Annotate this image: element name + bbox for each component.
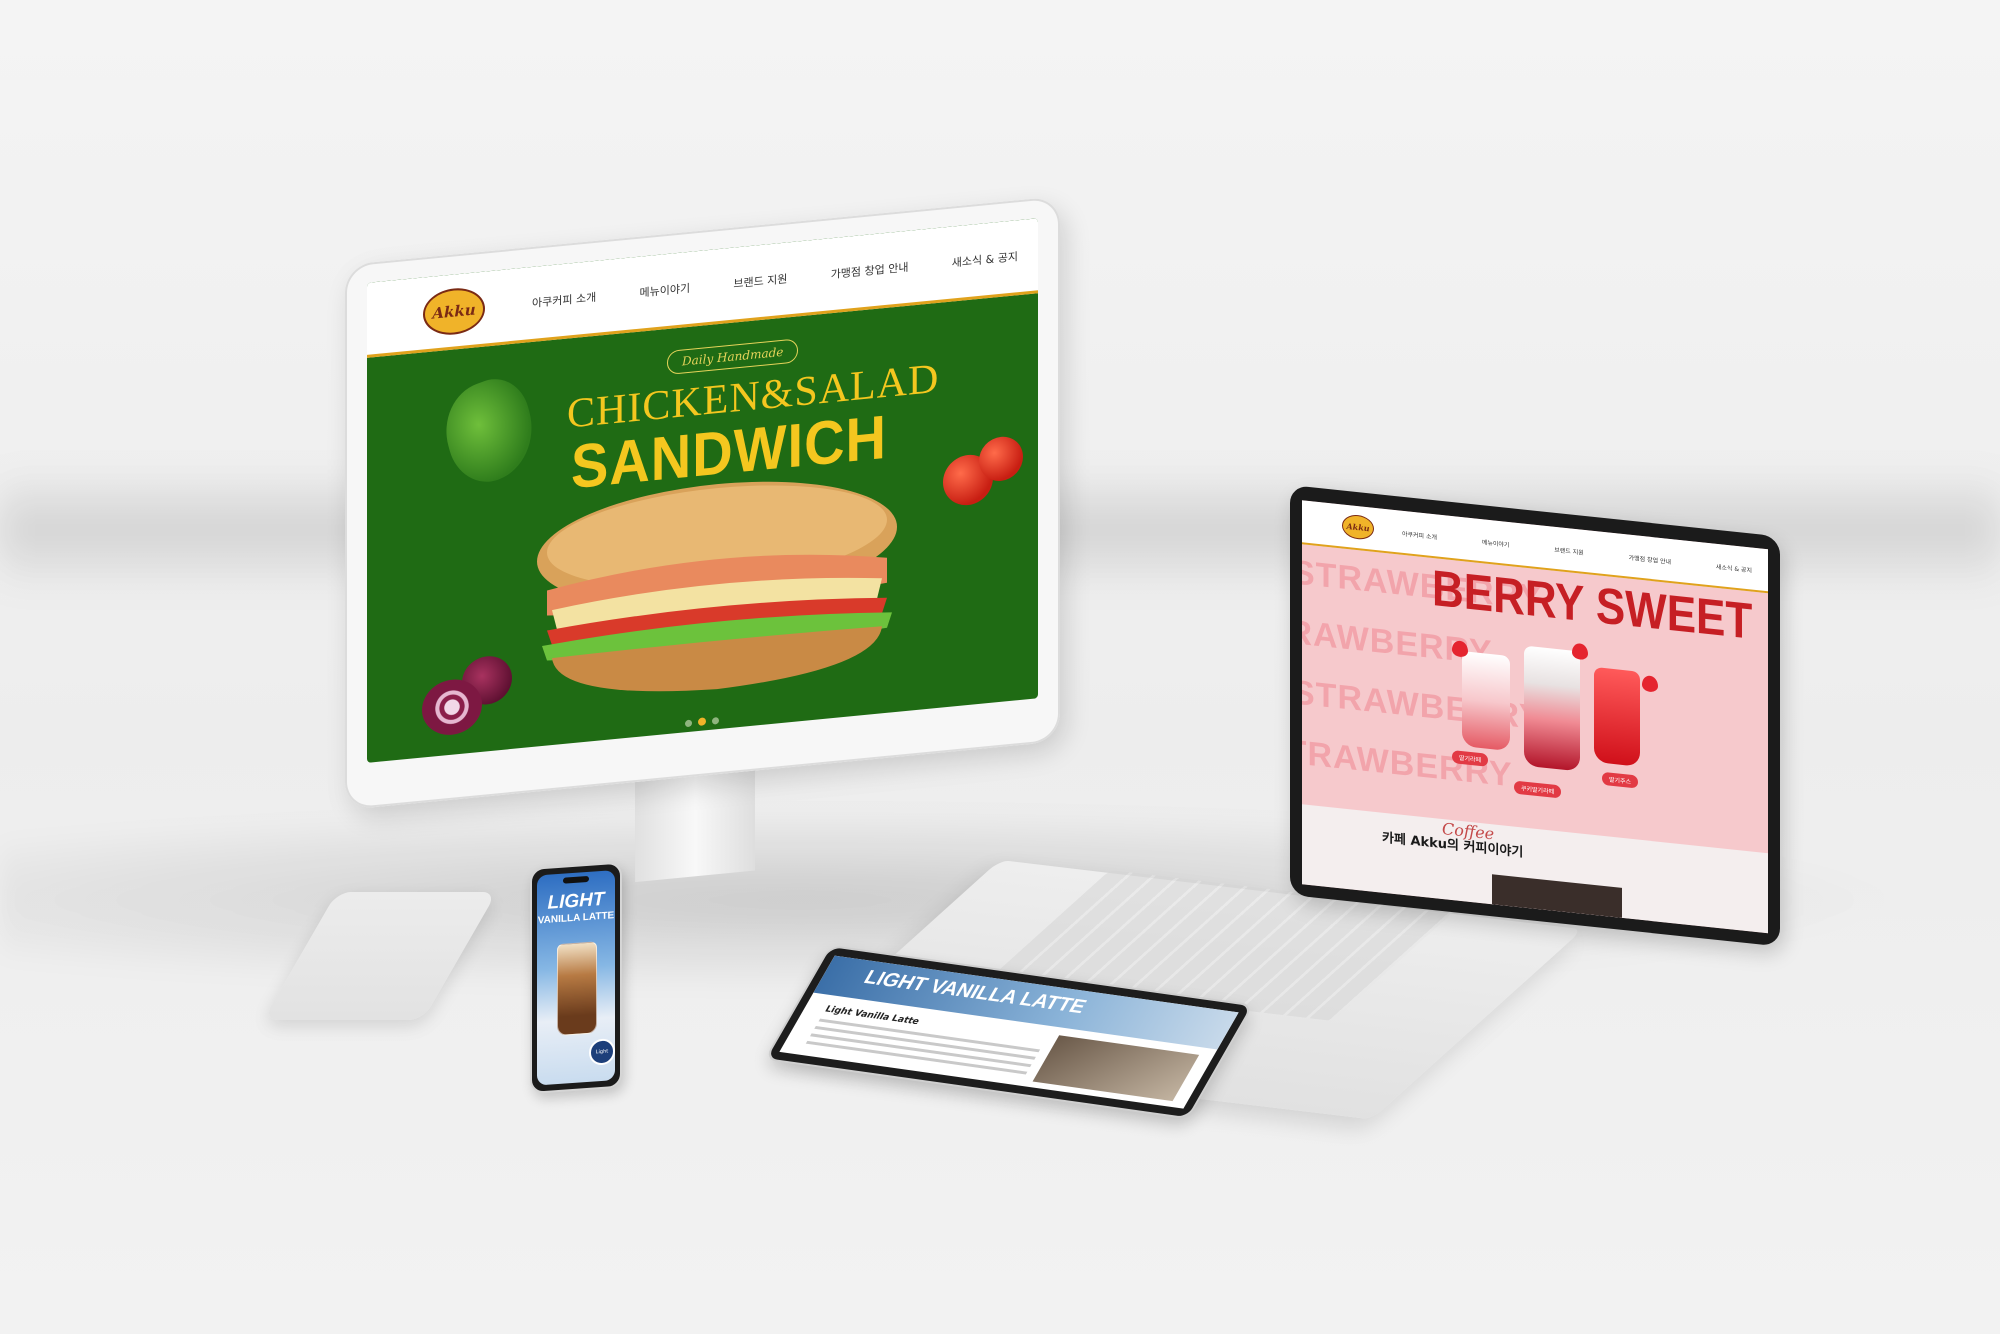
carousel-dot[interactable] [685,719,692,728]
article-photo [1032,1035,1200,1102]
sandwich-image [537,481,897,692]
nav-item-brand[interactable]: 브랜드 지원 [1554,545,1584,557]
nav-item-about[interactable]: 아쿠커피 소개 [1402,529,1437,542]
strawberry-juice-image [1594,666,1640,767]
nav-item-menu[interactable]: 메뉴이야기 [1482,537,1510,549]
nav-item-about[interactable]: 아쿠커피 소개 [532,289,596,311]
nav-item-menu[interactable]: 메뉴이야기 [639,280,690,301]
lettuce-image [435,369,544,494]
brand-logo[interactable]: Akku [423,285,485,338]
nav-item-news[interactable]: 새소식 & 공지 [952,248,1018,270]
section-photo [1492,874,1622,918]
onion-slice-image [422,676,482,738]
laptop-lid: Akku 아쿠커피 소개 메뉴이야기 브랜드 지원 가맹점 창업 안내 새소식 … [1290,485,1780,947]
hero-banner: Daily Handmade CHICKEN&SALAD SANDWICH [367,293,1038,763]
hero-banner: STRAWBERRY STRAWBERRY STRAWBERRY STRAWBE… [1302,544,1768,853]
monitor-stand-neck [635,770,755,883]
phone-notch [563,875,589,884]
laptop-screen: Akku 아쿠커피 소개 메뉴이야기 브랜드 지원 가맹점 창업 안내 새소식 … [1302,500,1768,934]
monitor-screen: Akku 아쿠커피 소개 메뉴이야기 브랜드 지원 가맹점 창업 안내 새소식 … [367,218,1038,763]
nav-item-franchise[interactable]: 가맹점 창업 안내 [1629,553,1671,566]
desktop-monitor: Akku 아쿠커피 소개 메뉴이야기 브랜드 지원 가맹점 창업 안내 새소식 … [345,196,1060,905]
brand-logo[interactable]: Akku [1342,513,1374,541]
product-badge: Light [589,1038,615,1066]
carousel-dot[interactable] [712,716,719,725]
nav-item-news[interactable]: 새소식 & 공지 [1716,562,1752,575]
phone-screen: LIGHT VANILLA LATTE Light [537,870,615,1086]
smartphone: LIGHT VANILLA LATTE Light [530,861,622,1094]
laptop: Akku 아쿠커피 소개 메뉴이야기 브랜드 지원 가맹점 창업 안내 새소식 … [1290,485,1780,957]
carousel-dot-active[interactable] [698,717,706,727]
cookie-strawberry-latte-image [1524,645,1580,772]
nav-item-franchise[interactable]: 가맹점 창업 안내 [831,259,909,282]
iced-latte-image [557,941,597,1037]
nav-item-brand[interactable]: 브랜드 지원 [733,270,787,291]
tomato-image [979,434,1023,483]
carousel-indicator [685,716,719,728]
phone-bezel: LIGHT VANILLA LATTE Light [530,861,622,1094]
monitor-bezel: Akku 아쿠커피 소개 메뉴이야기 브랜드 지원 가맹점 창업 안내 새소식 … [345,196,1060,811]
strawberry-latte-image [1462,651,1510,752]
